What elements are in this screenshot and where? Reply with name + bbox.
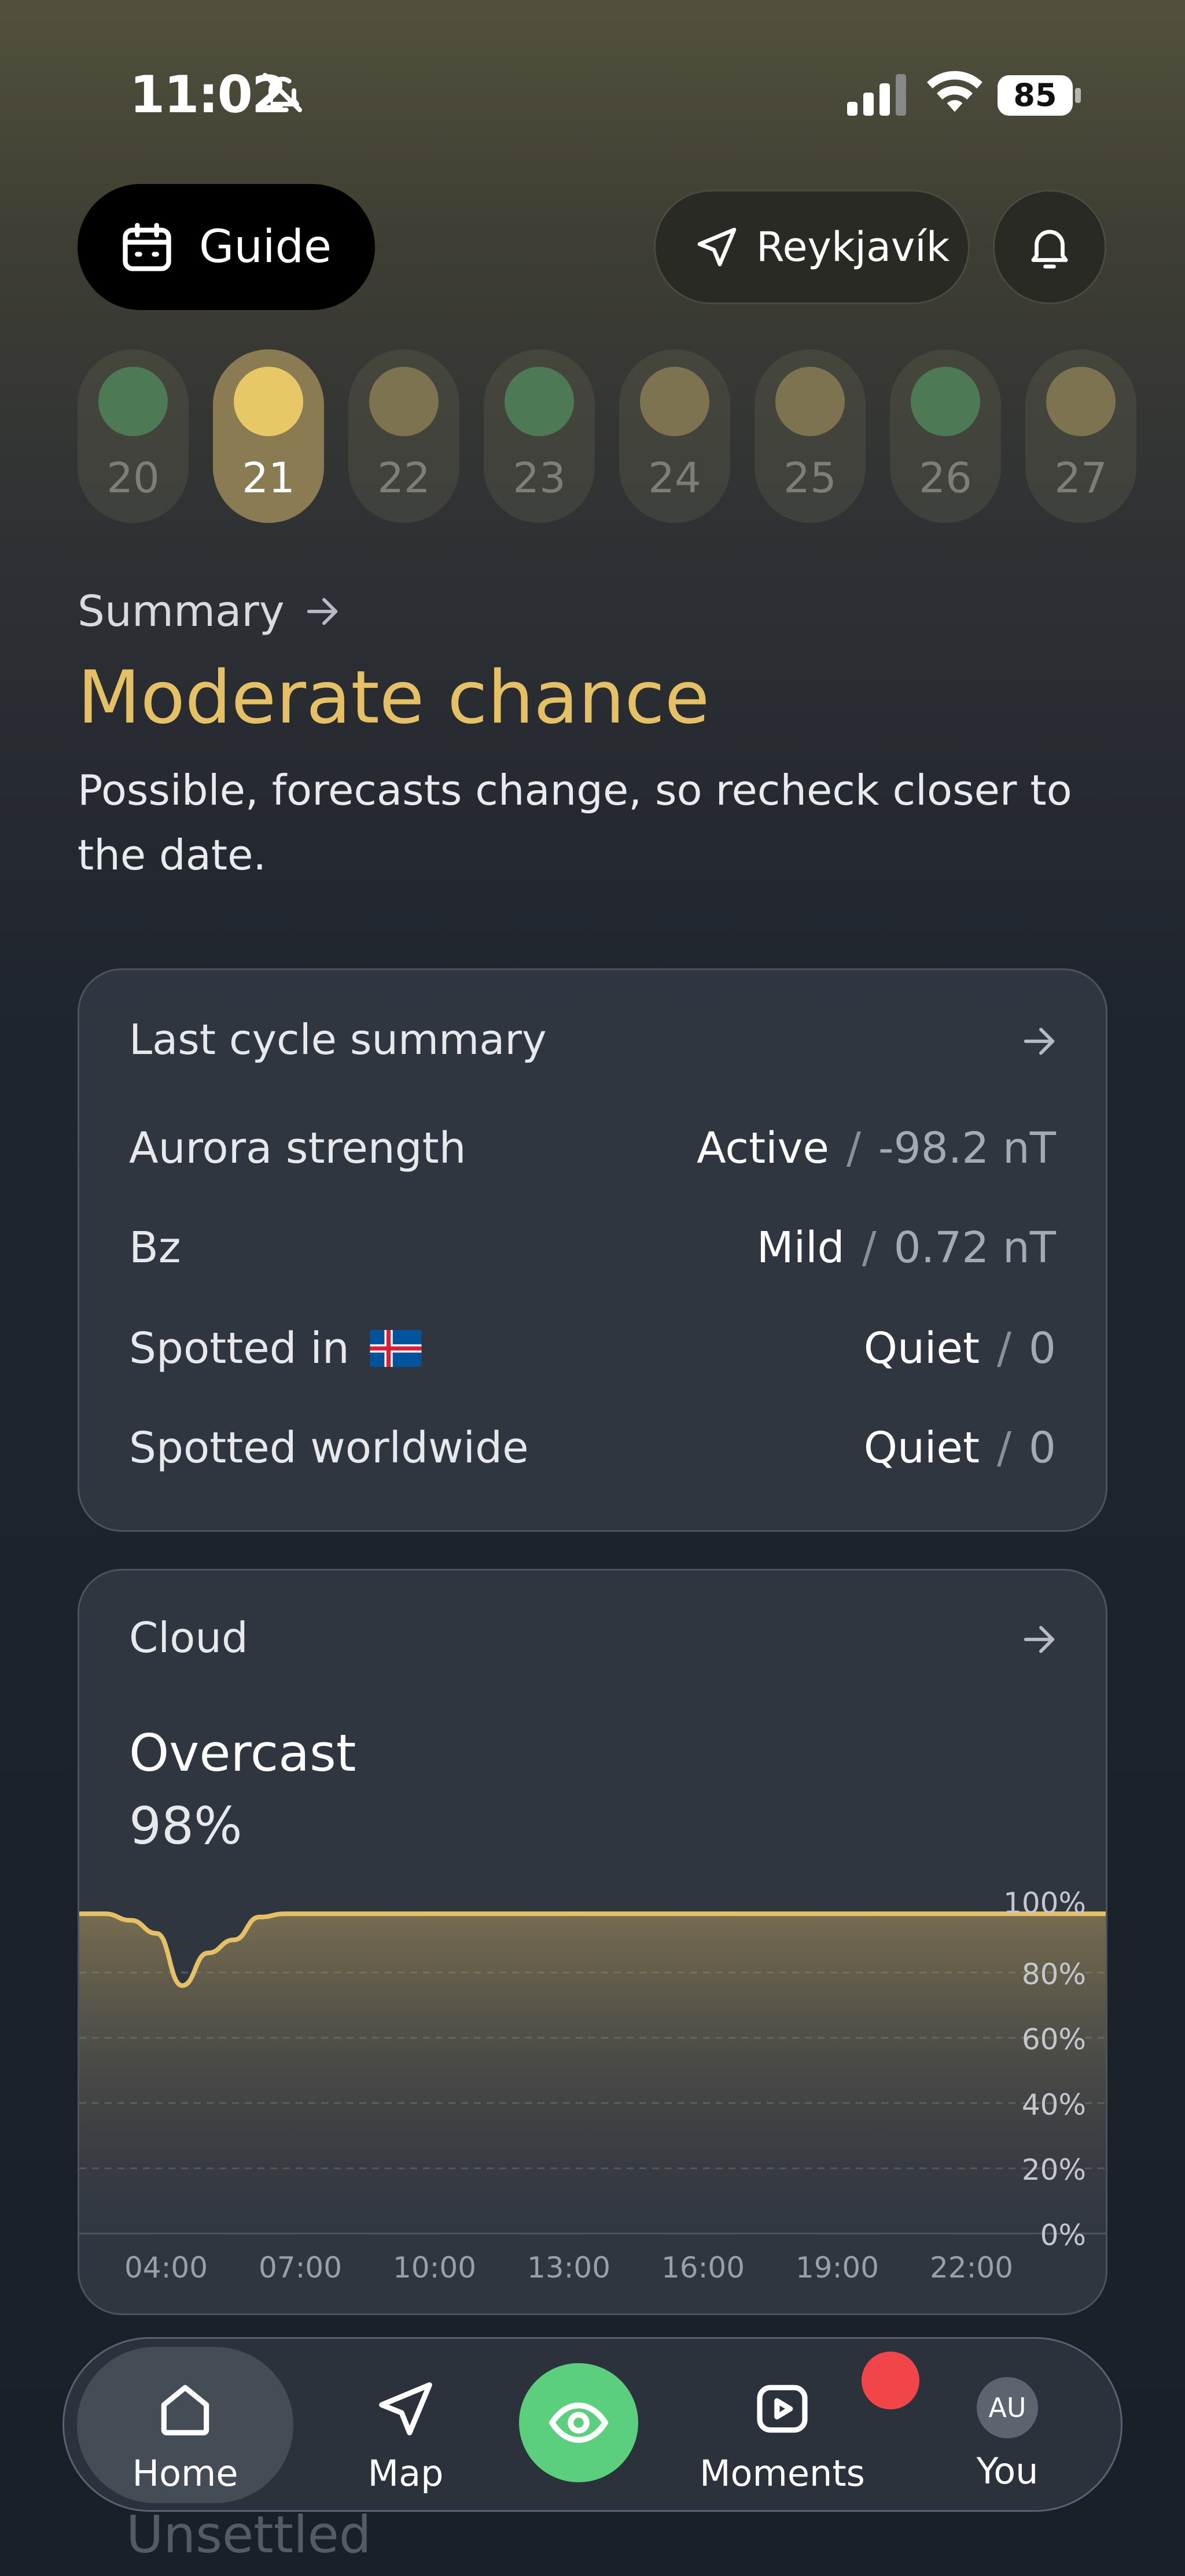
eye-icon: [549, 2402, 609, 2443]
nav-home[interactable]: Home: [77, 2347, 293, 2503]
day-number: 26: [919, 454, 972, 502]
navigation-arrow-icon: [697, 227, 737, 267]
bell-icon: [1031, 230, 1068, 269]
x-tick-label: 19:00: [796, 2251, 879, 2284]
cloud-card[interactable]: 100% 80% 60% 40% 20% 0% 04:00 07:00 10:00 13:00 1…: [78, 1569, 1107, 2315]
location-label: Reykjavík: [756, 223, 950, 271]
navigation-arrow-icon: [379, 2382, 432, 2435]
x-tick-label: 07:00: [259, 2251, 342, 2284]
nav-map[interactable]: Map: [336, 2347, 475, 2503]
day-26[interactable]: 26: [890, 349, 1001, 523]
day-number: 24: [648, 454, 701, 502]
day-number: 23: [513, 454, 566, 502]
day-chance-dot: [640, 367, 709, 436]
nav-you[interactable]: AU You: [944, 2347, 1071, 2503]
home-icon: [161, 2385, 209, 2435]
avatar: AU: [977, 2377, 1038, 2438]
location-button[interactable]: Reykjavík: [654, 190, 970, 304]
metric-row-spotted-worldwide: Spotted worldwide Quiet/0: [129, 1423, 1056, 1473]
x-tick-label: 04:00: [124, 2251, 208, 2284]
x-tick-label: 10:00: [393, 2251, 476, 2284]
card-title: Last cycle summary: [129, 1015, 547, 1064]
play-square-icon: [757, 2385, 808, 2433]
x-tick-label: 22:00: [930, 2251, 1013, 2284]
y-tick-label: 20%: [1022, 2153, 1086, 2187]
bell-off-icon: [263, 73, 302, 112]
nav-home-label: Home: [132, 2452, 238, 2494]
arrow-right-icon[interactable]: [1019, 1021, 1059, 1062]
day-number: 22: [377, 454, 430, 502]
battery-level: 85: [998, 75, 1073, 116]
bottom-navigation: Home Map Moments AU You: [62, 2337, 1123, 2512]
nav-map-label: Map: [367, 2452, 444, 2494]
nav-moments[interactable]: Moments: [698, 2347, 919, 2503]
day-chance-dot: [234, 367, 303, 436]
day-22[interactable]: 22: [348, 349, 459, 523]
day-23[interactable]: 23: [484, 349, 595, 523]
summary-link-label: Summary: [78, 587, 285, 636]
day-20[interactable]: 20: [78, 349, 189, 523]
calendar-icon: [123, 223, 171, 271]
nav-you-label: You: [976, 2450, 1039, 2492]
day-chance-dot: [775, 367, 845, 436]
metric-row-spotted-in: Spotted in Quiet/0: [129, 1324, 1056, 1373]
y-tick-label: 80%: [1022, 1958, 1086, 1991]
guide-button[interactable]: Guide: [78, 184, 375, 310]
forecast-headline: Moderate chance: [78, 655, 710, 740]
nav-moments-label: Moments: [700, 2452, 865, 2494]
day-27[interactable]: 27: [1025, 349, 1136, 523]
notification-badge: [862, 2352, 919, 2409]
day-number: 21: [242, 454, 295, 502]
x-tick-label: 16:00: [661, 2251, 745, 2284]
day-chance-dot: [505, 367, 574, 436]
y-tick-label: 40%: [1022, 2088, 1086, 2121]
day-21[interactable]: 21: [213, 349, 324, 523]
notifications-button[interactable]: [993, 190, 1106, 304]
day-number: 20: [106, 454, 160, 502]
cloud-percent: 98%: [129, 1796, 242, 1856]
day-25[interactable]: 25: [755, 349, 866, 523]
next-card-heading: Unsettled: [126, 2505, 371, 2564]
day-chance-dot: [369, 367, 439, 436]
day-chance-dot: [1046, 367, 1116, 436]
cloud-chart: 100% 80% 60% 40% 20% 0% 04:00 07:00 10:00 13:00 1…: [79, 1886, 1106, 2284]
day-24[interactable]: 24: [619, 349, 730, 523]
signal-icon: [847, 74, 906, 116]
y-tick-label: 0%: [1040, 2218, 1086, 2252]
day-chance-dot: [98, 367, 168, 436]
arrow-right-icon: [307, 598, 337, 625]
last-cycle-summary-card[interactable]: Last cycle summary Aurora strength Activ…: [78, 968, 1107, 1532]
cloud-chart-area: [79, 1914, 1106, 2234]
day-number: 25: [783, 454, 837, 502]
battery-indicator: 85: [998, 75, 1081, 116]
guide-label: Guide: [199, 221, 332, 273]
summary-link[interactable]: Summary: [78, 587, 343, 636]
y-tick-label: 100%: [1003, 1886, 1086, 1920]
day-number: 27: [1054, 454, 1107, 502]
nav-aurora-view-button[interactable]: [519, 2363, 638, 2482]
wifi-icon: [927, 71, 982, 112]
iceland-flag-icon: [370, 1330, 422, 1367]
day-chance-dot: [911, 367, 980, 436]
metric-row-aurora-strength: Aurora strength Active / -98.2 nT: [129, 1123, 1056, 1173]
x-tick-label: 13:00: [527, 2251, 610, 2284]
arrow-right-icon[interactable]: [1019, 1619, 1059, 1660]
forecast-description: Possible, forecasts change, so recheck c…: [78, 766, 1072, 879]
card-title: Cloud: [129, 1613, 248, 1662]
metric-row-bz: Bz Mild/0.72 nT: [129, 1223, 1056, 1273]
y-tick-label: 60%: [1022, 2023, 1086, 2057]
cloud-status: Overcast: [129, 1723, 356, 1783]
